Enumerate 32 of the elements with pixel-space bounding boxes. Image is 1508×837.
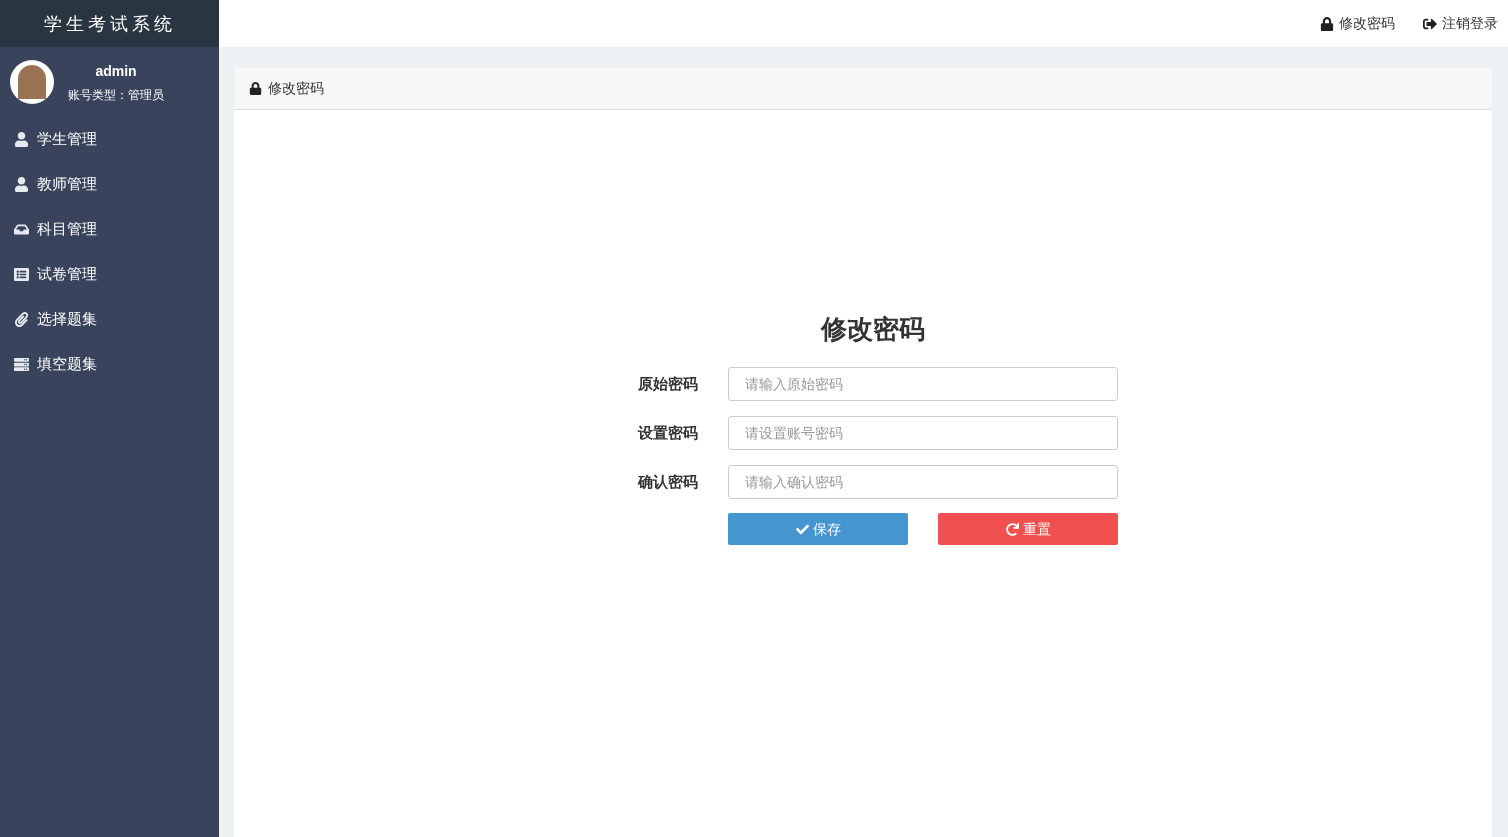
sidebar-item[interactable]: 学生管理 [0, 117, 219, 162]
tray-icon [14, 222, 29, 237]
field-label: 设置密码 [636, 422, 699, 443]
input-field[interactable]: 请输入确认密码 [728, 465, 1118, 499]
input-field[interactable]: 请输入原始密码 [728, 367, 1118, 401]
paperclip-icon [14, 312, 29, 327]
panel-title: 修改密码 [268, 79, 324, 98]
lock-icon [1320, 16, 1334, 31]
list-icon [14, 267, 29, 282]
exit-icon [1423, 16, 1437, 31]
header-link[interactable]: 注销登录 [1423, 13, 1498, 34]
header-link[interactable]: 修改密码 [1320, 13, 1395, 34]
avatar [10, 60, 54, 104]
user-icon [14, 177, 29, 192]
sidebar-item[interactable]: 选择题集 [0, 297, 219, 342]
user-icon [14, 132, 29, 147]
refresh-icon [1005, 522, 1019, 536]
form-title: 修改密码 [821, 313, 925, 346]
check-icon [795, 522, 809, 536]
server-icon [14, 357, 29, 372]
account-type: 账号类型：管理员 [68, 86, 164, 104]
field-label: 原始密码 [637, 373, 699, 394]
user-name: admin [95, 61, 137, 81]
app-title: 学生考试系统 [43, 12, 176, 36]
field-label: 确认密码 [636, 471, 699, 492]
sidebar-item[interactable]: 试卷管理 [0, 252, 219, 297]
input-field[interactable]: 请设置账号密码 [728, 416, 1118, 450]
sidebar-item[interactable]: 科目管理 [0, 207, 219, 252]
sidebar-item[interactable]: 填空题集 [0, 342, 219, 387]
lock-icon [249, 82, 262, 95]
reset-button[interactable]: 重置 [938, 513, 1118, 545]
sidebar-item[interactable]: 教师管理 [0, 162, 219, 207]
